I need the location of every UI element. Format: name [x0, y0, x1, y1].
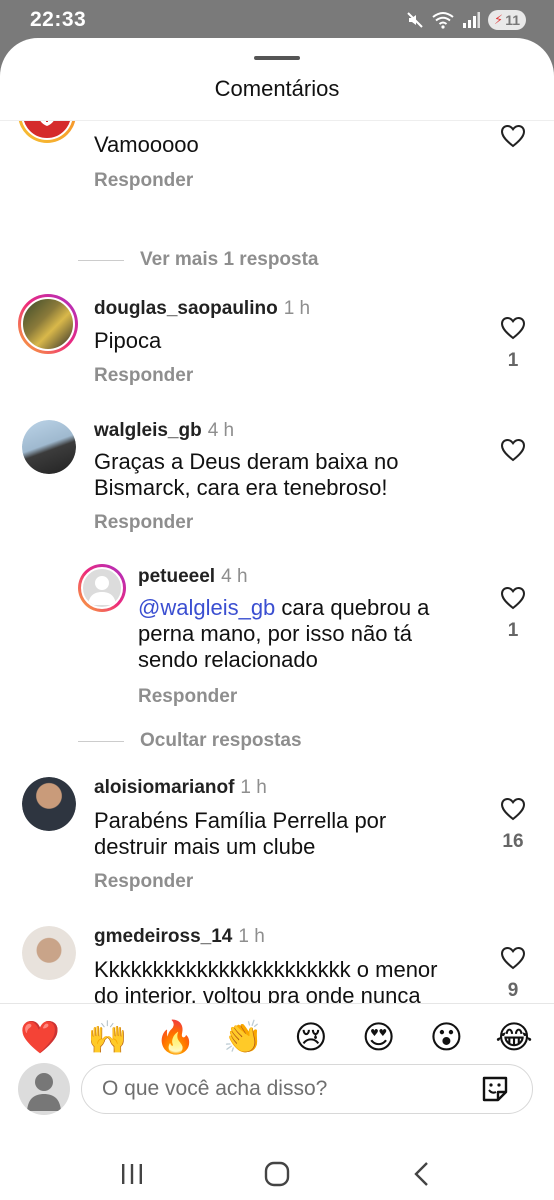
emoji-crying[interactable]: 😢: [286, 1017, 336, 1057]
home-button[interactable]: [247, 1154, 307, 1194]
comment-header: gmedeiross_14 1 h: [94, 926, 265, 948]
reply-button[interactable]: Responder: [94, 170, 193, 192]
sheet-grabber[interactable]: [254, 56, 300, 60]
status-icons: ⚡ 11: [406, 10, 526, 30]
username[interactable]: douglas_saopaulino: [94, 298, 278, 319]
mute-icon: [407, 12, 423, 28]
like-button[interactable]: [500, 438, 526, 462]
hide-replies-label: Ocultar respostas: [140, 730, 302, 751]
emoji-laughing[interactable]: 😂: [489, 1017, 539, 1057]
username[interactable]: aloisiomarianof: [94, 777, 234, 798]
comment-input[interactable]: [102, 1077, 478, 1101]
comment-text: Pipoca: [94, 328, 162, 353]
comment-input-box[interactable]: [81, 1064, 533, 1114]
emoji-fire[interactable]: 🔥: [150, 1017, 200, 1057]
recents-icon: [122, 1164, 143, 1184]
timestamp: 1 h: [283, 298, 311, 319]
home-icon: [264, 1161, 290, 1187]
heart-icon: [500, 316, 526, 340]
comment-header: petueeel 4 h: [138, 566, 248, 588]
mention-link[interactable]: @walgleis_gb: [138, 595, 275, 620]
comment-header: douglas_saopaulino 1 h: [94, 298, 310, 320]
sheet-title: Comentários: [214, 76, 340, 101]
battery-indicator: ⚡ 11: [488, 10, 526, 30]
system-nav-bar: [0, 1148, 554, 1200]
comment-text: Graças a Deus deram baixa no Bismarck, c…: [94, 449, 399, 500]
reply-button[interactable]: Responder: [94, 871, 193, 893]
wifi-icon: [432, 12, 454, 29]
reply-button[interactable]: Responder: [94, 365, 193, 387]
like-button[interactable]: 1: [500, 316, 526, 372]
username[interactable]: walgleis_gb: [94, 420, 202, 441]
default-avatar-icon: [88, 576, 116, 605]
emoji-heart-eyes[interactable]: 😍: [354, 1017, 404, 1057]
emoji-surprised[interactable]: 😮: [421, 1017, 471, 1057]
club-crest-icon: [40, 121, 54, 126]
reply-button[interactable]: Responder: [138, 686, 237, 708]
avatar[interactable]: [18, 121, 76, 143]
status-bar: 22:33 ⚡ 11: [0, 0, 554, 40]
emoji-heart[interactable]: ❤️: [15, 1017, 65, 1057]
like-button[interactable]: [500, 124, 526, 148]
view-more-label: Ver mais 1 resposta: [140, 249, 319, 270]
comment-text: Parabéns Família Perrella por destruir m…: [94, 808, 387, 859]
avatar[interactable]: [78, 564, 126, 612]
hide-replies[interactable]: Ocultar respostas: [78, 730, 302, 752]
sticker-icon: [482, 1076, 508, 1102]
sticker-button[interactable]: [478, 1072, 512, 1106]
emoji-divider: [0, 1003, 554, 1004]
charging-icon: ⚡: [494, 12, 504, 27]
like-button[interactable]: 16: [500, 797, 526, 853]
back-button[interactable]: [392, 1154, 452, 1194]
comments-sheet: Comentários Vamooooo Responder Ver mais …: [0, 38, 554, 1200]
emoji-quick-reactions: ❤️ 🙌 🔥 👏 😢 😍 😮 😂: [0, 1014, 554, 1060]
like-button[interactable]: 1: [500, 586, 526, 642]
like-count: 1: [507, 350, 519, 371]
view-more-replies[interactable]: Ver mais 1 resposta: [78, 249, 319, 271]
timestamp: 4 h: [207, 420, 235, 441]
heart-icon: [500, 797, 526, 821]
timestamp: 1 h: [240, 777, 267, 798]
timestamp: 4 h: [221, 566, 248, 587]
battery-level: 11: [505, 12, 520, 28]
like-count: 1: [507, 620, 519, 641]
heart-icon: [500, 124, 526, 148]
avatar[interactable]: [22, 420, 76, 474]
comment-text: @walgleis_gb cara quebrou a perna mano, …: [138, 595, 458, 673]
like-count: 16: [502, 831, 524, 852]
comments-list[interactable]: Vamooooo Responder Ver mais 1 resposta d…: [0, 121, 554, 1003]
comment-header: aloisiomarianof 1 h: [94, 777, 267, 799]
like-button[interactable]: 9: [500, 946, 526, 1002]
username[interactable]: gmedeiross_14: [94, 926, 232, 947]
default-avatar-icon: [27, 1073, 61, 1111]
timestamp: 1 h: [238, 926, 265, 947]
emoji-raised-hands[interactable]: 🙌: [83, 1017, 133, 1057]
username[interactable]: petueeel: [138, 566, 215, 587]
signal-icon: [463, 12, 481, 28]
thread-line: [78, 740, 124, 742]
recent-apps-button[interactable]: [102, 1154, 162, 1194]
avatar[interactable]: [22, 777, 76, 831]
heart-icon: [500, 438, 526, 462]
comment-text: Kkkkkkkkkkkkkkkkkkkkkkk o menor do inter…: [94, 957, 438, 1003]
comment-text: Vamooooo: [94, 132, 199, 157]
back-icon: [413, 1162, 428, 1186]
heart-icon: [500, 946, 526, 970]
comment-composer: [18, 1063, 538, 1117]
comment-header: walgleis_gb 4 h: [94, 420, 234, 442]
like-count: 9: [507, 980, 519, 1001]
status-time: 22:33: [30, 8, 87, 31]
avatar[interactable]: [18, 294, 78, 354]
emoji-clap[interactable]: 👏: [218, 1017, 268, 1057]
my-avatar: [18, 1063, 70, 1115]
thread-line: [78, 259, 124, 261]
avatar[interactable]: [22, 926, 76, 980]
heart-icon: [500, 586, 526, 610]
reply-button[interactable]: Responder: [94, 512, 193, 534]
